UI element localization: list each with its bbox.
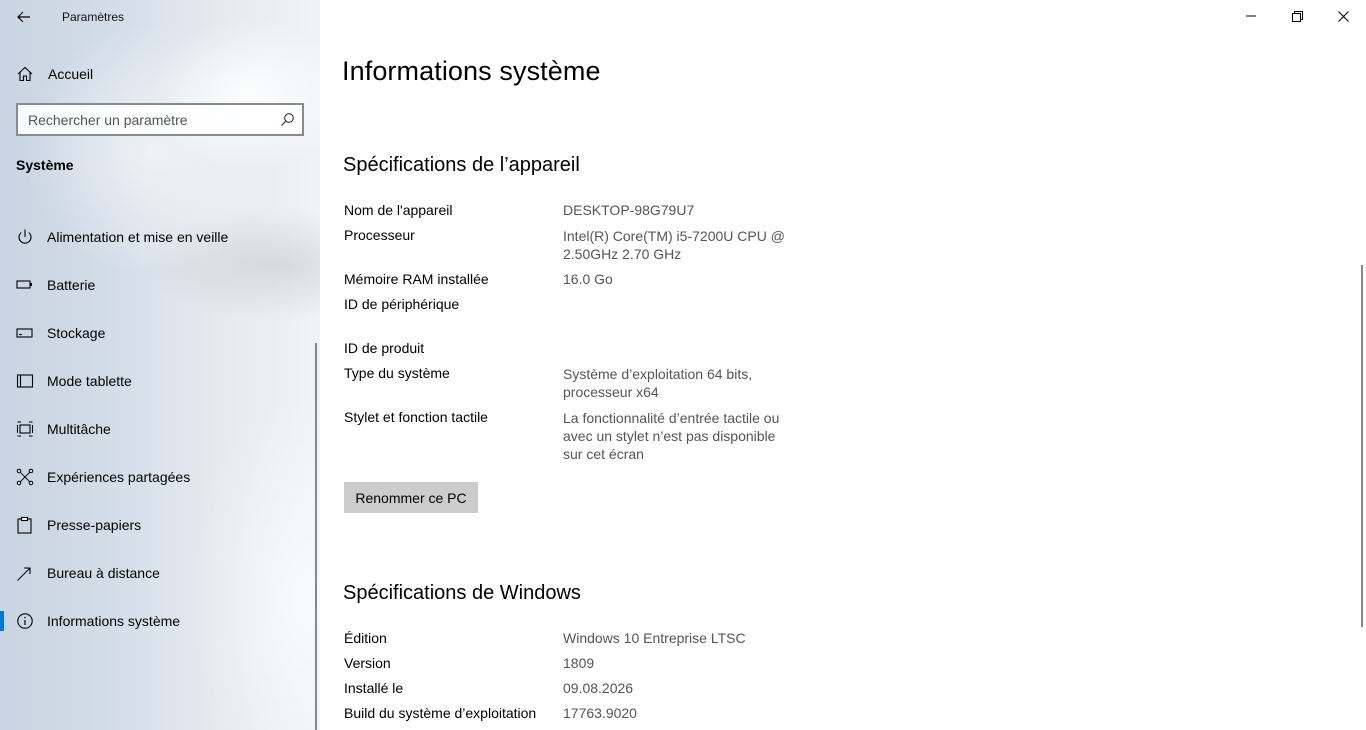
sidebar-item-storage[interactable]: Stockage (0, 309, 320, 357)
title-bar: Paramètres (0, 0, 320, 34)
shared-experiences-icon (16, 468, 34, 486)
spec-value-processor-line1: Intel(R) Core(TM) i5-7200U CPU @ (563, 228, 785, 244)
minimize-button[interactable] (1228, 0, 1274, 32)
back-button[interactable] (0, 0, 48, 34)
back-arrow-icon (17, 11, 30, 23)
sidebar-item-label: Stockage (47, 325, 106, 341)
sidebar-item-battery[interactable]: Batterie (0, 261, 320, 309)
clipboard-icon (17, 516, 32, 534)
main-panel: Informations système Spécifications de l… (320, 0, 1366, 730)
restore-button[interactable] (1274, 0, 1320, 32)
sidebar: Paramètres Accueil Système Alimentation … (0, 0, 320, 730)
sidebar-item-label: Batterie (47, 277, 96, 293)
spec-value-system-type-line1: Système d’exploitation 64 bits, (563, 366, 753, 382)
spec-value-edition: Windows 10 Entreprise LTSC (563, 630, 746, 646)
spec-value-pen-touch-line2: avec un stylet n’est pas disponible (563, 428, 776, 444)
sidebar-item-multitasking[interactable]: Multitâche (0, 405, 320, 453)
storage-icon (16, 328, 33, 338)
app-title: Paramètres (62, 10, 125, 24)
page-title: Informations système (342, 56, 601, 86)
sidebar-scrollbar[interactable] (315, 343, 317, 730)
sidebar-item-power[interactable]: Alimentation et mise en veille (0, 213, 320, 261)
spec-value-pen-touch-line1: La fonctionnalité d’entrée tactile ou (563, 410, 780, 426)
sidebar-item-remote-desktop[interactable]: Bureau à distance (0, 549, 320, 597)
sidebar-item-about[interactable]: Informations système (0, 597, 320, 645)
remote-desktop-icon (17, 567, 31, 581)
search-box[interactable] (16, 103, 304, 136)
sidebar-item-label: Informations système (47, 613, 181, 629)
selected-indicator (0, 611, 4, 631)
tablet-icon (16, 374, 34, 388)
spec-value-processor-line2: 2.50GHz 2.70 GHz (563, 246, 682, 262)
spec-label-device-name: Nom de l'appareil (344, 202, 453, 218)
sidebar-item-label: Bureau à distance (47, 565, 160, 581)
multitask-icon (16, 421, 34, 437)
spec-label-ram: Mémoire RAM installée (344, 271, 489, 287)
search-input[interactable] (18, 105, 268, 134)
close-button[interactable] (1320, 0, 1366, 32)
spec-label-system-type: Type du système (344, 365, 450, 381)
minimize-icon (1246, 15, 1256, 17)
device-specs-heading: Spécifications de l’appareil (343, 154, 580, 176)
nav-home-label: Accueil (48, 66, 94, 82)
nav-list: Alimentation et mise en veille Batterie … (0, 213, 320, 645)
spec-value-installed-on: 09.08.2026 (563, 680, 634, 696)
spec-label-product-id: ID de produit (344, 340, 425, 356)
spec-value-version: 1809 (563, 655, 595, 671)
spec-value-system-type-line2: processeur x64 (563, 384, 659, 400)
sidebar-item-clipboard[interactable]: Presse-papiers (0, 501, 320, 549)
spec-value-pen-touch-line3: sur cet écran (563, 446, 644, 462)
section-title: Système (16, 157, 74, 173)
window-controls (1228, 0, 1366, 32)
spec-value-os-build: 17763.9020 (563, 705, 637, 721)
sidebar-item-tablet-mode[interactable]: Mode tablette (0, 357, 320, 405)
spec-label-device-id: ID de périphérique (344, 296, 460, 312)
spec-label-processor: Processeur (344, 227, 415, 243)
info-icon (17, 613, 33, 629)
sidebar-item-label: Multitâche (47, 421, 111, 437)
sidebar-item-shared-experiences[interactable]: Expériences partagées (0, 453, 320, 501)
spec-label-os-build: Build du système d’exploitation (344, 705, 537, 721)
rename-pc-button[interactable]: Renommer ce PC (344, 482, 478, 513)
sidebar-item-label: Mode tablette (47, 373, 132, 389)
home-icon (17, 66, 33, 82)
windows-specs-heading: Spécifications de Windows (343, 582, 581, 604)
spec-label-installed-on: Installé le (344, 680, 404, 696)
nav-home[interactable]: Accueil (0, 56, 320, 92)
battery-icon (16, 280, 32, 289)
spec-label-version: Version (344, 655, 391, 671)
power-icon (18, 229, 32, 244)
sidebar-item-label: Alimentation et mise en veille (47, 229, 229, 245)
close-icon (1337, 10, 1349, 22)
spec-value-device-name: DESKTOP-98G79U7 (563, 202, 695, 218)
spec-value-ram: 16.0 Go (563, 271, 613, 287)
search-icon (281, 113, 294, 126)
restore-icon (1291, 10, 1303, 22)
sidebar-item-label: Expériences partagées (47, 469, 191, 485)
main-scrollbar[interactable] (1361, 265, 1363, 627)
spec-label-edition: Édition (344, 630, 387, 646)
sidebar-item-label: Presse-papiers (47, 517, 142, 533)
spec-label-pen-touch: Stylet et fonction tactile (344, 409, 488, 425)
